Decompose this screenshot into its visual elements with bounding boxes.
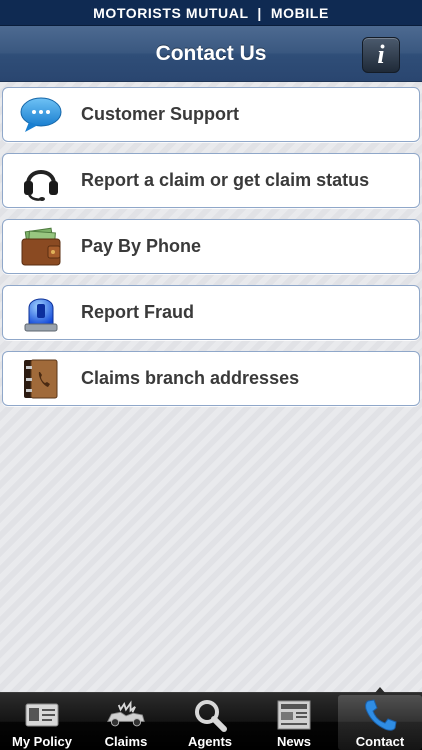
page-title: Contact Us xyxy=(155,41,267,65)
tab-bar: My Policy Claims Agents News Contact xyxy=(0,687,422,750)
tab-claims[interactable]: Claims xyxy=(84,693,168,750)
navigation-bar: Contact Us i xyxy=(0,26,422,82)
tab-label: News xyxy=(277,734,311,749)
brand-text: MOTORISTS MUTUAL | MOBILE xyxy=(93,4,329,21)
headset-icon xyxy=(19,159,63,203)
menu-item-report-claim[interactable]: Report a claim or get claim status xyxy=(2,153,420,208)
address-book-icon xyxy=(19,357,63,401)
tab-agents[interactable]: Agents xyxy=(168,693,252,750)
content-area: Customer Support Report a claim or get c… xyxy=(0,82,422,692)
newspaper-icon xyxy=(274,698,314,732)
menu-item-label: Claims branch addresses xyxy=(81,368,300,388)
phone-icon xyxy=(360,698,400,732)
siren-icon xyxy=(19,291,63,335)
speech-bubble-icon xyxy=(19,93,63,137)
tab-my-policy[interactable]: My Policy xyxy=(0,693,84,750)
tab-label: My Policy xyxy=(12,734,72,749)
tab-label: Contact xyxy=(355,734,405,749)
menu-item-label: Report a claim or get claim status xyxy=(81,170,370,190)
menu-item-label: Pay By Phone xyxy=(81,236,202,256)
menu-item-report-fraud[interactable]: Report Fraud xyxy=(2,285,420,340)
menu-item-label: Customer Support xyxy=(81,104,240,124)
brand-banner: MOTORISTS MUTUAL | MOBILE xyxy=(0,0,422,26)
menu-item-claims-branch-addresses[interactable]: Claims branch addresses xyxy=(2,351,420,406)
tab-news[interactable]: News xyxy=(252,693,336,750)
menu-item-customer-support[interactable]: Customer Support xyxy=(2,87,420,142)
wallet-icon xyxy=(19,225,63,269)
tab-label: Claims xyxy=(104,734,148,749)
id-card-icon xyxy=(22,698,62,732)
menu-item-pay-by-phone[interactable]: Pay By Phone xyxy=(2,219,420,274)
magnifier-icon xyxy=(190,698,230,732)
tab-contact[interactable]: Contact xyxy=(338,687,422,750)
info-icon: i xyxy=(377,40,385,69)
tab-label: Agents xyxy=(187,734,233,749)
car-crash-icon xyxy=(106,698,146,732)
info-button[interactable]: i xyxy=(362,37,400,73)
menu-item-label: Report Fraud xyxy=(81,302,195,322)
